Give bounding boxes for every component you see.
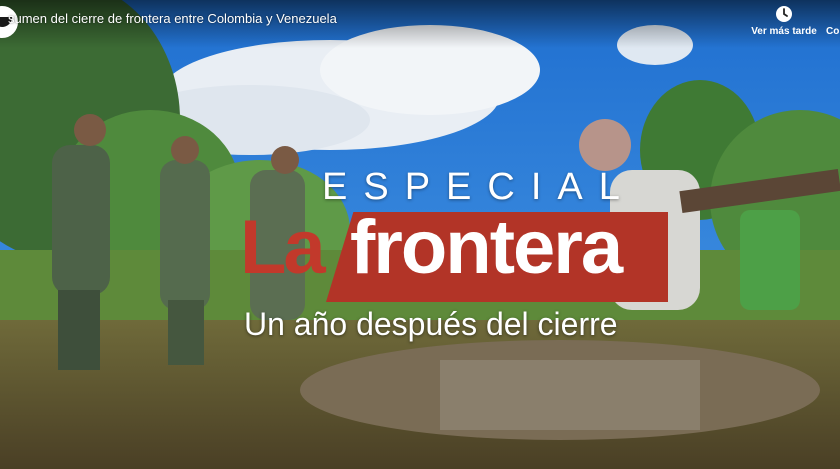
watch-later-button[interactable]: Ver más tarde: [748, 4, 820, 37]
video-frame-scene: [0, 0, 840, 469]
watch-later-label: Ver más tarde: [751, 26, 817, 37]
video-player[interactable]: sumen del cierre de frontera entre Colom…: [0, 0, 840, 469]
share-button[interactable]: Co: [826, 4, 840, 37]
share-label: Co: [826, 26, 840, 37]
clock-icon: [776, 6, 792, 22]
video-title[interactable]: sumen del cierre de frontera entre Colom…: [8, 11, 337, 26]
